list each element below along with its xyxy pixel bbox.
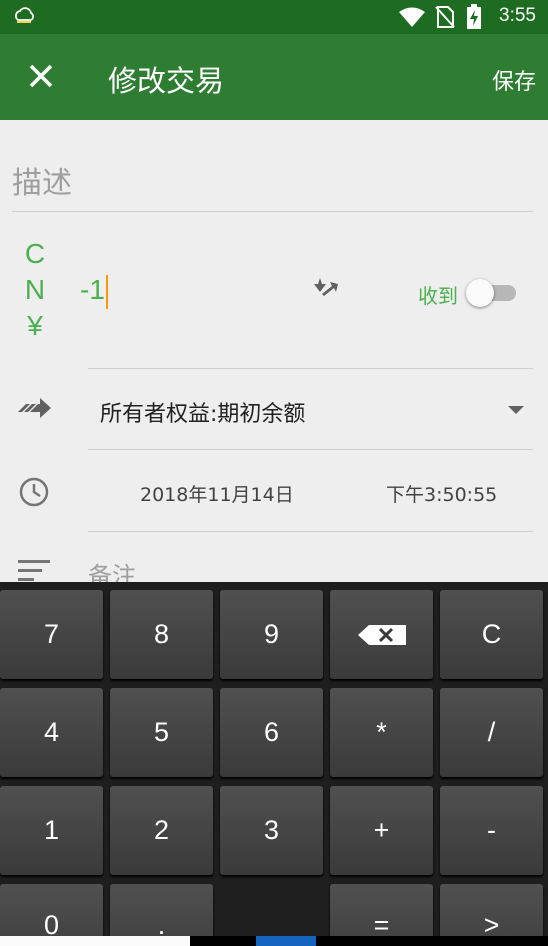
clock-icon — [19, 477, 49, 507]
key-multiply[interactable]: * — [330, 688, 433, 777]
time-field[interactable]: 下午3:50:55 — [386, 480, 497, 507]
notes-icon — [18, 560, 50, 581]
currency-symbol: ¥ — [27, 310, 43, 341]
currency-letter: C — [24, 238, 46, 269]
page-title: 修改交易 — [108, 64, 225, 98]
key-divide[interactable]: / — [440, 688, 543, 777]
amount-input[interactable]: -1 — [80, 274, 108, 309]
battery-charging-icon — [467, 4, 481, 29]
key-9[interactable]: 9 — [220, 590, 323, 679]
transfer-arrow-icon — [18, 398, 51, 418]
key-2[interactable]: 2 — [110, 786, 213, 875]
text-cursor — [105, 274, 108, 309]
app-bar: 修改交易 保存 — [0, 34, 548, 120]
toggle-thumb — [466, 279, 494, 307]
split-icon[interactable] — [310, 272, 340, 310]
amount-value: -1 — [80, 274, 105, 305]
close-icon[interactable] — [22, 56, 60, 96]
key-6[interactable]: 6 — [220, 688, 323, 777]
weather-icon — [15, 7, 34, 23]
key-4[interactable]: 4 — [0, 688, 103, 777]
currency-selector[interactable]: C N ¥ — [20, 236, 50, 344]
key-clear[interactable]: C — [440, 590, 543, 679]
navigation-bar — [0, 936, 548, 946]
divider — [88, 531, 533, 532]
key-1[interactable]: 1 — [0, 786, 103, 875]
save-button[interactable]: 保存 — [492, 64, 536, 96]
backspace-icon — [357, 624, 406, 645]
status-bar: 3:55 — [0, 0, 548, 34]
wifi-icon — [399, 7, 425, 27]
nav-indicator — [256, 936, 316, 946]
notes-input[interactable]: 备注 — [88, 556, 136, 582]
key-7[interactable]: 7 — [0, 590, 103, 679]
date-field[interactable]: 2018年11月14日 — [140, 480, 294, 507]
key-8[interactable]: 8 — [110, 590, 213, 679]
nav-indicator — [0, 936, 190, 946]
status-time: 3:55 — [499, 5, 536, 26]
received-label: 收到 — [418, 284, 458, 308]
key-minus[interactable]: - — [440, 786, 543, 875]
transaction-form: 描述 C N ¥ -1 收到 所有者权益:期初余额 2018年11月14日 下午… — [0, 120, 548, 582]
chevron-down-icon[interactable] — [508, 406, 524, 414]
key-backspace[interactable] — [330, 590, 433, 679]
key-3[interactable]: 3 — [220, 786, 323, 875]
key-plus[interactable]: + — [330, 786, 433, 875]
no-sim-icon — [435, 6, 455, 28]
currency-letter: N — [24, 274, 46, 305]
divider — [88, 449, 533, 450]
received-toggle[interactable] — [466, 279, 518, 307]
divider — [88, 368, 533, 369]
calculator-keyboard: 7 8 9 C 4 5 6 * / 1 2 3 + - 0 . = > — [0, 582, 548, 946]
key-5[interactable]: 5 — [110, 688, 213, 777]
divider — [12, 211, 533, 212]
description-input[interactable]: 描述 — [12, 158, 72, 202]
account-select[interactable]: 所有者权益:期初余额 — [100, 396, 305, 428]
